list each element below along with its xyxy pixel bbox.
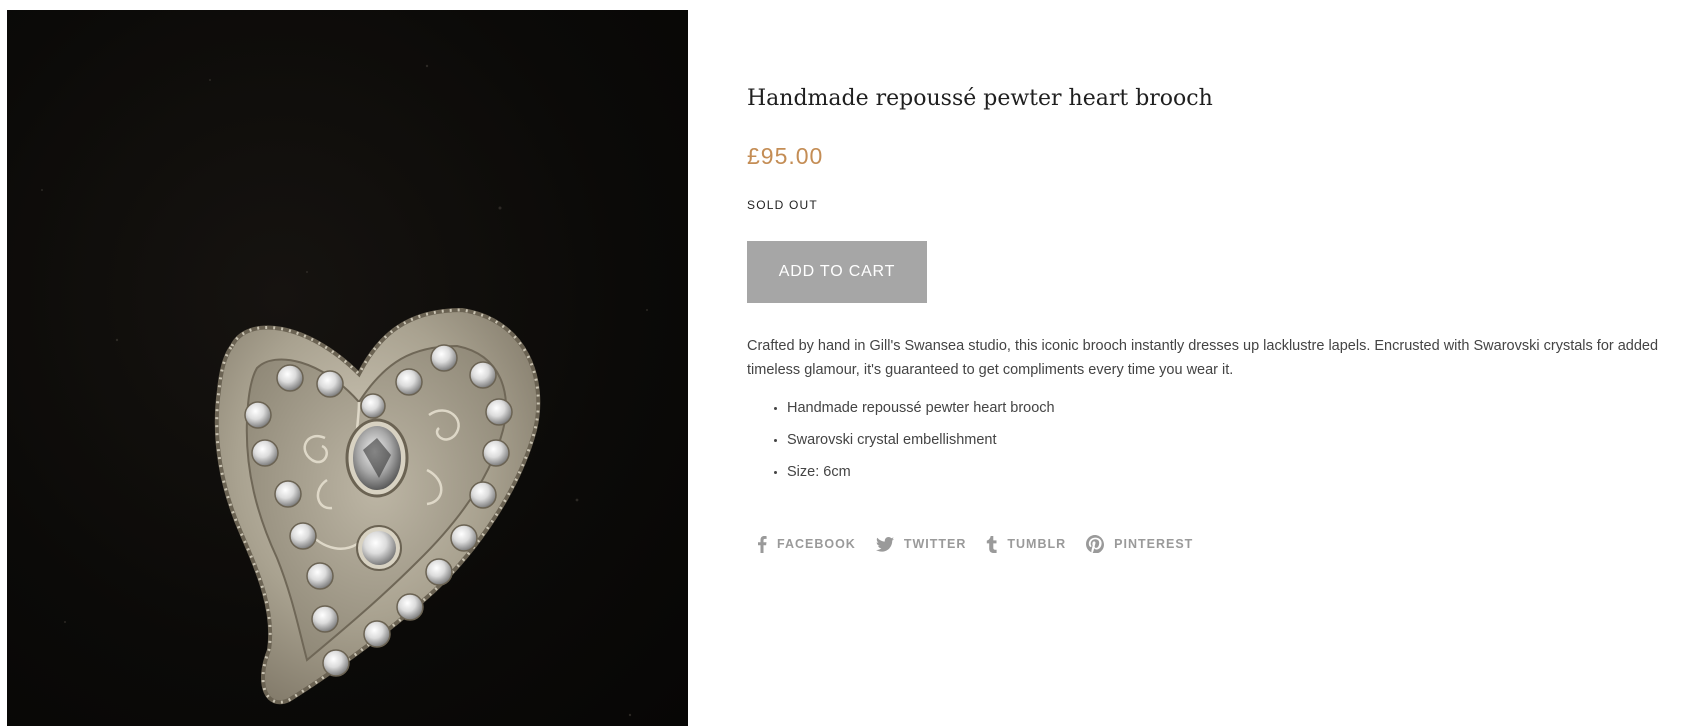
product-image[interactable] xyxy=(7,10,688,726)
share-facebook-link[interactable]: FACEBOOK xyxy=(757,535,856,553)
product-page: Handmade repoussé pewter heart brooch £9… xyxy=(0,0,1681,726)
product-title: Handmade repoussé pewter heart brooch xyxy=(747,86,1213,111)
feature-list: Handmade repoussé pewter heart brooch Sw… xyxy=(747,396,1055,492)
share-twitter-label: TWITTER xyxy=(903,537,967,551)
share-pinterest-label: PINTEREST xyxy=(1114,537,1194,551)
pinterest-icon xyxy=(1086,535,1105,553)
share-facebook-label: FACEBOOK xyxy=(777,537,856,551)
tumblr-icon xyxy=(986,535,997,553)
twitter-icon xyxy=(875,536,894,552)
facebook-icon xyxy=(757,535,767,553)
add-to-cart-button[interactable]: ADD TO CART xyxy=(747,241,927,303)
product-price: £95.00 xyxy=(747,143,824,169)
feature-item: Size: 6cm xyxy=(787,460,1055,492)
share-bar: FACEBOOK TWITTER TUMBLR PINTEREST xyxy=(757,535,1193,553)
share-tumblr-label: TUMBLR xyxy=(1007,537,1067,551)
share-tumblr-link[interactable]: TUMBLR xyxy=(986,535,1067,553)
feature-item: Handmade repoussé pewter heart brooch xyxy=(787,396,1055,428)
product-description: Crafted by hand in Gill's Swansea studio… xyxy=(747,338,1659,378)
stock-status: SOLD OUT xyxy=(747,198,818,212)
feature-item: Swarovski crystal embellishment xyxy=(787,428,1055,460)
share-pinterest-link[interactable]: PINTEREST xyxy=(1086,535,1193,553)
share-twitter-link[interactable]: TWITTER xyxy=(875,536,967,552)
heart-brooch-photo xyxy=(41,64,648,717)
